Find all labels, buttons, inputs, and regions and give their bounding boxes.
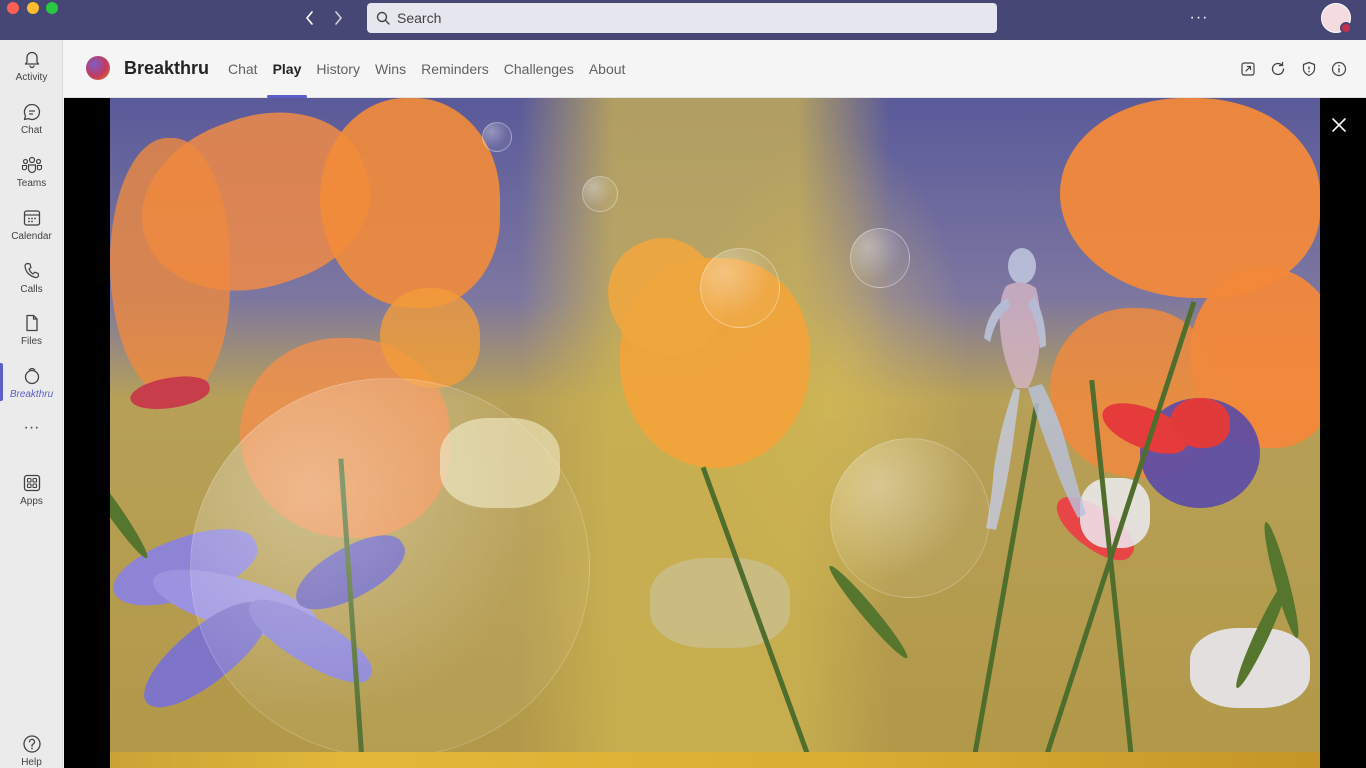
orange-poppy [1060,98,1320,298]
red-flower [1170,398,1230,448]
tab-challenges[interactable]: Challenges [497,40,581,98]
shield-icon [1302,61,1316,77]
rail-label-breakthru: Breakthru [9,388,54,400]
more-icon: ··· [23,419,40,436]
breakthru-logo [86,56,110,80]
close-icon [1332,118,1346,132]
bell-icon [21,48,43,70]
window-zoom-button[interactable] [46,2,58,14]
privacy-button[interactable] [1299,59,1319,79]
floating-bubble [582,176,618,212]
orange-poppy [380,288,480,388]
rail-label-help: Help [21,756,42,768]
rail-item-apps[interactable]: Apps [0,464,63,514]
floating-bubble [700,248,780,328]
rail-item-files[interactable]: Files [0,304,63,354]
tab-chat[interactable]: Chat [221,40,265,98]
orange-poppy [110,138,230,398]
more-options-button[interactable]: ··· [1188,8,1210,28]
phone-icon [21,260,43,282]
progress-strip [110,752,1320,768]
rail-label-apps: Apps [20,495,43,507]
floating-bubble [482,122,512,152]
search-input[interactable]: Search [367,3,997,33]
teams-icon [21,154,43,176]
tab-wins[interactable]: Wins [368,40,413,98]
avatar[interactable] [1321,3,1352,34]
rail-item-calls[interactable]: Calls [0,252,63,302]
info-icon [1331,61,1347,77]
chat-icon [21,101,43,123]
rail-label-activity: Activity [15,71,48,83]
rail-item-help[interactable]: Help [0,725,63,768]
info-button[interactable] [1329,59,1349,79]
forward-button[interactable] [328,8,348,28]
rail-label-teams: Teams [16,177,47,189]
rail-item-activity[interactable]: Activity [0,40,63,90]
refresh-icon [1271,61,1285,76]
app-header: Breakthru Chat Play History Wins Reminde… [64,40,1366,98]
rail-label-calls: Calls [20,283,43,295]
white-flower [650,558,790,648]
apps-icon [21,472,43,494]
tab-play[interactable]: Play [266,40,309,98]
search-icon [375,10,391,26]
window-close-button[interactable] [7,2,19,14]
popout-button[interactable] [1238,59,1258,79]
floating-bubble [850,228,910,288]
help-icon [21,733,43,755]
rail-label-files: Files [20,335,43,347]
popout-icon [1241,62,1255,76]
file-icon [21,312,43,334]
floating-bubble [190,378,590,758]
rail-item-teams[interactable]: Teams [0,146,63,196]
back-button[interactable] [300,8,320,28]
rail-label-calendar: Calendar [11,230,52,242]
rail-more-apps-button[interactable]: ··· [0,413,63,443]
search-placeholder: Search [397,10,442,26]
rail-item-chat[interactable]: Chat [0,93,63,143]
rail-item-breakthru[interactable]: Breakthru [0,357,63,407]
calendar-icon [21,207,43,229]
window-minimize-button[interactable] [27,2,39,14]
tab-history[interactable]: History [309,40,367,98]
rail-label-chat: Chat [20,124,43,136]
title-bar: Search ··· [0,0,1366,40]
app-tabs: Chat Play History Wins Reminders Challen… [221,40,633,98]
presence-busy-icon [1340,22,1352,34]
close-button[interactable] [1328,114,1350,136]
refresh-button[interactable] [1268,59,1288,79]
meditation-video[interactable] [110,98,1320,768]
play-stage [64,98,1366,768]
tab-about[interactable]: About [582,40,633,98]
chevron-left-icon [305,11,313,25]
rail-item-calendar[interactable]: Calendar [0,199,63,249]
green-leaf [110,455,153,563]
left-rail: Activity Chat Teams Calendar Calls Files [0,40,63,768]
app-title: Breakthru [124,58,210,78]
tab-reminders[interactable]: Reminders [414,40,496,98]
breakthru-icon [21,365,43,387]
chevron-right-icon [335,11,343,25]
orange-poppy [320,98,500,308]
translucent-figure [984,248,1086,530]
